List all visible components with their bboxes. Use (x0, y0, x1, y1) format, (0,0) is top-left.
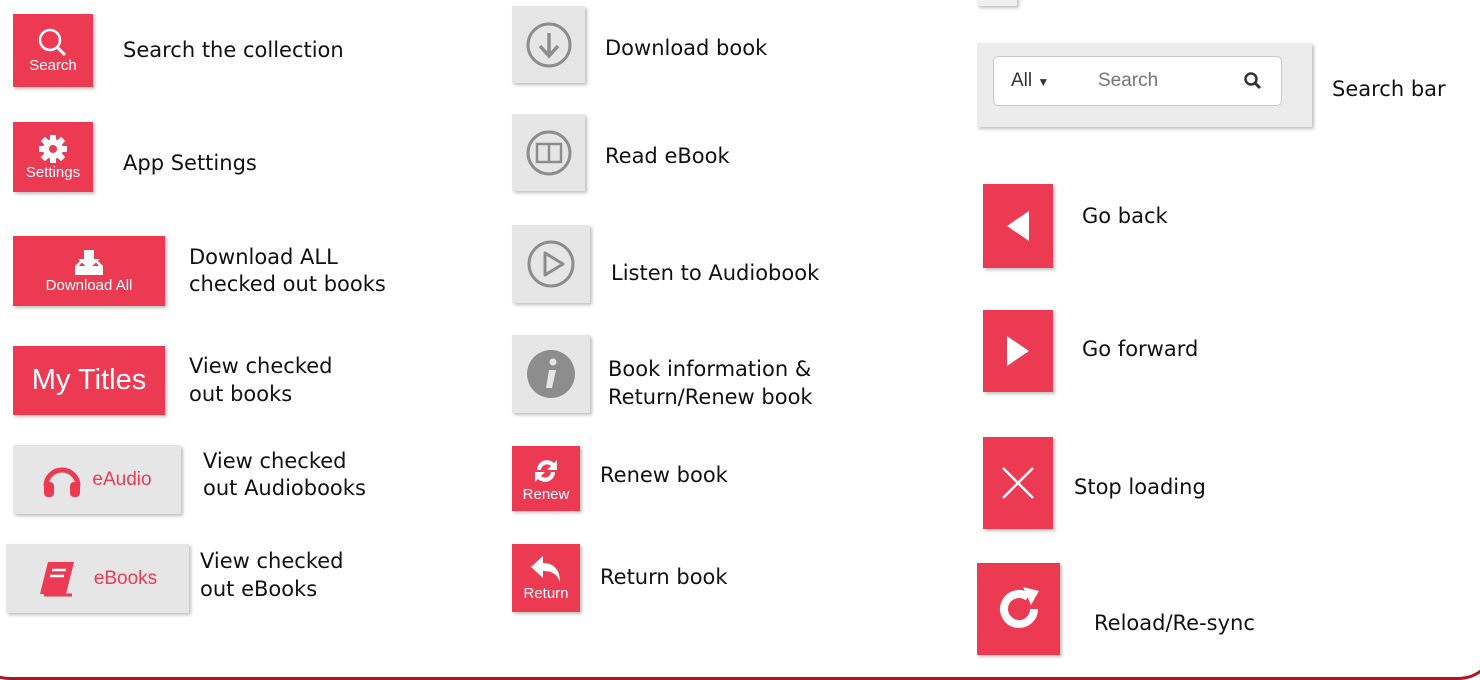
search-icon[interactable] (1243, 71, 1263, 91)
reload-icon (999, 587, 1039, 628)
download-book-label: Download book (605, 36, 768, 60)
ebooks-button-text: eBooks (93, 567, 158, 589)
stop-button[interactable] (983, 437, 1053, 529)
search-button-text: Search (29, 56, 77, 74)
download-all-button[interactable]: Download All (13, 236, 165, 306)
eaudio-label-line1: View checked (203, 449, 347, 473)
refresh-arrows-icon (535, 459, 557, 482)
triangle-left-icon (1007, 211, 1029, 241)
search-filter-dropdown[interactable]: All ▼ (1011, 70, 1049, 92)
renew-button-text: Renew (522, 485, 570, 503)
download-tray-icon (75, 250, 103, 275)
read-ebook-label: Read eBook (605, 144, 730, 168)
cropped-tile (977, 0, 1017, 6)
ebooks-button[interactable]: eBooks (6, 544, 189, 613)
return-button-text: Return (523, 585, 569, 602)
search-filter-value: All (1011, 70, 1033, 91)
back-button[interactable] (983, 184, 1053, 268)
reload-button[interactable] (977, 563, 1060, 655)
read-ebook-button[interactable] (512, 114, 585, 191)
triangle-right-icon (1007, 336, 1029, 366)
reply-arrow-icon (531, 556, 560, 582)
my-titles-label-line2: out books (189, 382, 293, 406)
caret-down-icon: ▼ (1037, 75, 1050, 89)
book-info-label-line1: Book information & (608, 357, 812, 381)
listen-audiobook-label: Listen to Audiobook (611, 261, 820, 285)
info-icon (527, 350, 575, 398)
listen-audiobook-button[interactable] (512, 225, 590, 303)
play-circle-icon (527, 240, 575, 288)
reload-label: Reload/Re-sync (1094, 611, 1255, 635)
search-bar-label: Search bar (1332, 77, 1446, 101)
close-icon (1002, 467, 1034, 499)
search-bar-panel: All ▼ (977, 43, 1312, 127)
search-label: Search the collection (123, 38, 344, 62)
return-button[interactable]: Return (512, 544, 580, 612)
book-info-button[interactable] (512, 335, 590, 413)
gear-icon (39, 135, 67, 163)
return-book-label: Return book (600, 565, 728, 589)
settings-button-text: Settings (25, 164, 81, 181)
stop-loading-label: Stop loading (1074, 475, 1206, 499)
settings-button[interactable]: Settings (13, 122, 93, 192)
forward-button[interactable] (983, 310, 1053, 392)
go-forward-label: Go forward (1082, 337, 1199, 361)
search-bar[interactable]: All ▼ (993, 56, 1282, 106)
renew-button[interactable]: Renew (512, 446, 580, 511)
download-book-button[interactable] (512, 6, 585, 83)
download-all-button-text: Download All (45, 277, 133, 294)
eaudio-button-text: eAudio (92, 468, 152, 490)
my-titles-label-line1: View checked (189, 354, 333, 378)
download-arrow-icon (526, 22, 571, 67)
download-all-label-line1: Download ALL (189, 245, 338, 269)
search-button[interactable]: Search (13, 14, 93, 87)
open-book-icon (526, 130, 571, 175)
settings-label: App Settings (123, 151, 257, 175)
magnifier-icon (38, 28, 67, 56)
book-icon (39, 561, 74, 596)
book-info-label-line2: Return/Renew book (608, 385, 813, 409)
eaudio-button[interactable]: eAudio (13, 445, 181, 514)
ebooks-label-line2: out eBooks (200, 577, 318, 601)
my-titles-button-text: My Titles (31, 364, 147, 396)
eaudio-label-line2: out Audiobooks (203, 476, 366, 500)
search-bar-input[interactable] (1096, 67, 1240, 95)
headphones-icon (43, 467, 81, 497)
my-titles-button[interactable]: My Titles (13, 346, 165, 415)
go-back-label: Go back (1082, 204, 1168, 228)
renew-book-label: Renew book (600, 463, 728, 487)
ebooks-label-line1: View checked (200, 549, 344, 573)
download-all-label-line2: checked out books (189, 272, 386, 296)
